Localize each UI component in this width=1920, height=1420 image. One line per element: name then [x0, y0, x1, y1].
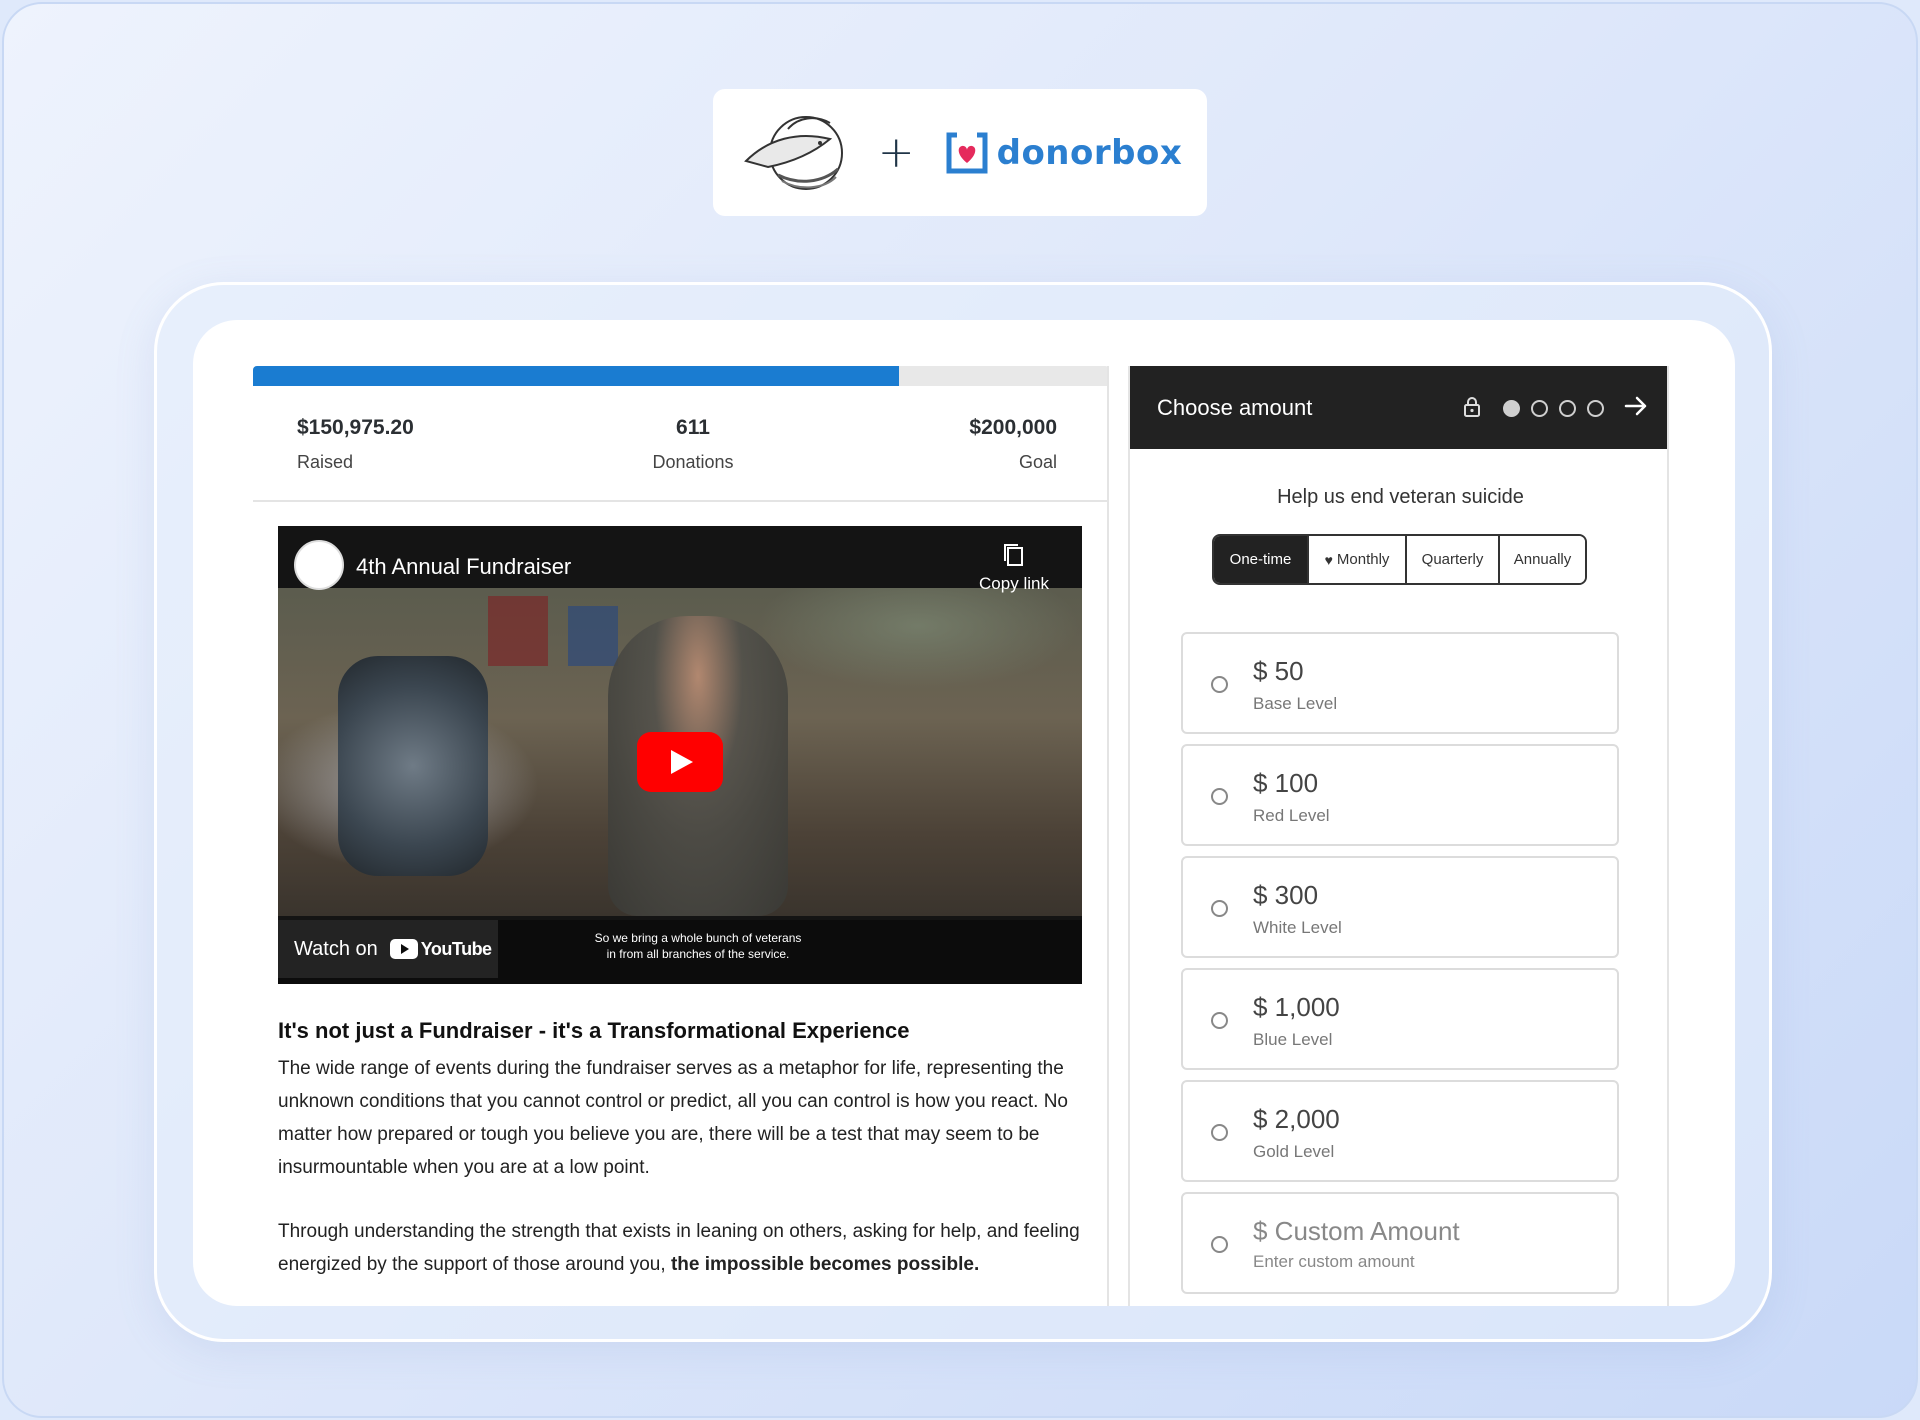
heart-icon: ♥	[1324, 551, 1333, 568]
frequency-selector: One-time ♥ Monthly Quarterly Annually	[1212, 534, 1587, 585]
campaign-description: It's not just a Fundraiser - it's a Tran…	[278, 1018, 1093, 1281]
radio-button[interactable]	[1211, 1124, 1228, 1141]
donorbox-logo: donorbox	[943, 129, 1183, 177]
donorbox-heart-box-icon	[946, 132, 988, 173]
partner-logos-card: + donorbox	[713, 89, 1207, 216]
description-heading: It's not just a Fundraiser - it's a Tran…	[278, 1018, 910, 1043]
step-dot-3	[1559, 400, 1576, 417]
channel-avatar[interactable]	[294, 540, 344, 590]
stat-donations: 611 Donations	[633, 416, 753, 473]
goal-amount: $200,000	[969, 416, 1057, 439]
amount-value: $ 50	[1253, 656, 1304, 686]
amount-option-300[interactable]: $ 300 White Level	[1181, 856, 1619, 958]
raised-amount: $150,975.20	[297, 416, 414, 439]
campaign-column: $150,975.20 Raised 611 Donations $200,00…	[253, 366, 1109, 1306]
form-tagline: Help us end veteran suicide	[1277, 486, 1524, 508]
amount-level: Red Level	[1253, 806, 1330, 825]
thumbnail-flag-red	[488, 596, 548, 666]
custom-amount-hint: Enter custom amount	[1253, 1252, 1415, 1271]
step-dot-1	[1503, 400, 1520, 417]
video-subtitle: So we bring a whole bunch of veterans in…	[594, 931, 802, 961]
form-title: Choose amount	[1157, 395, 1313, 420]
form-header: Choose amount	[1130, 366, 1667, 449]
stat-goal: $200,000 Goal	[969, 416, 1057, 473]
radio-button[interactable]	[1211, 788, 1228, 805]
play-button-icon[interactable]	[637, 732, 723, 792]
amount-level: Base Level	[1253, 694, 1338, 713]
amount-options: $ 50 Base Level $ 100 Red Level $ 300 Wh…	[1181, 632, 1619, 1304]
watch-on-label: Watch on	[294, 937, 378, 960]
campaign-stats: $150,975.20 Raised 611 Donations $200,00…	[253, 386, 1107, 502]
donation-form: Choose amount Help us end veteran suicid…	[1128, 366, 1669, 1306]
highlight-text: the impossible becomes possible.	[670, 1254, 980, 1275]
amount-value: $ 300	[1253, 880, 1319, 910]
amount-option-100[interactable]: $ 100 Red Level	[1181, 744, 1619, 846]
donations-count: 611	[676, 416, 710, 439]
amount-option-2000[interactable]: $ 2,000 Gold Level	[1181, 1080, 1619, 1182]
amount-value: $ 1,000	[1253, 992, 1340, 1022]
youtube-play-icon	[389, 939, 418, 959]
video-title[interactable]: 4th Annual Fundraiser	[356, 554, 571, 580]
frequency-one-time[interactable]: One-time	[1214, 536, 1307, 583]
raised-label: Raised	[297, 452, 354, 472]
watch-on-youtube-button[interactable]: Watch on YouTube	[278, 920, 498, 978]
step-indicator	[1503, 400, 1604, 417]
progress-bar-fill	[253, 366, 900, 386]
amount-option-custom[interactable]: $ Custom Amount Enter custom amount	[1181, 1192, 1619, 1294]
amount-option-1000[interactable]: $ 1,000 Blue Level	[1181, 968, 1619, 1070]
description-paragraph-2: Through understanding the strength that …	[278, 1221, 1080, 1275]
frequency-monthly[interactable]: ♥ Monthly	[1307, 536, 1405, 583]
goal-label: Goal	[1018, 452, 1057, 472]
youtube-wordmark: YouTube	[420, 938, 492, 959]
stat-raised: $150,975.20 Raised	[297, 416, 414, 473]
donations-label: Donations	[652, 452, 734, 472]
radio-button[interactable]	[1211, 900, 1228, 917]
youtube-video-embed[interactable]: 4th Annual Fundraiser Copy link Watch on	[278, 526, 1082, 984]
amount-value: $ 100	[1253, 768, 1319, 798]
copy-icon	[1004, 544, 1023, 566]
donorbox-wordmark: donorbox	[996, 132, 1183, 173]
plus-sign: +	[877, 126, 915, 178]
donation-page: $150,975.20 Raised 611 Donations $200,00…	[193, 320, 1735, 1306]
step-dot-4	[1587, 400, 1604, 417]
amount-level: White Level	[1253, 918, 1342, 937]
copy-link-button[interactable]: Copy link	[974, 542, 1054, 594]
progress-bar	[253, 366, 1107, 386]
copy-link-label: Copy link	[979, 574, 1049, 593]
video-top-bar: 4th Annual Fundraiser Copy link	[278, 526, 1082, 593]
radio-button[interactable]	[1211, 1012, 1228, 1029]
youtube-logo: YouTube	[389, 938, 492, 960]
radio-button[interactable]	[1211, 1236, 1228, 1253]
video-bottom-bar: Watch on YouTube So we bring a whole bun…	[278, 920, 1082, 984]
custom-amount-input[interactable]: $ Custom Amount	[1253, 1216, 1460, 1247]
description-paragraph-1: The wide range of events during the fund…	[278, 1058, 1068, 1178]
frequency-quarterly[interactable]: Quarterly	[1405, 536, 1498, 583]
frequency-annually[interactable]: Annually	[1498, 536, 1585, 583]
amount-option-50[interactable]: $ 50 Base Level	[1181, 632, 1619, 734]
big-fish-logo-icon	[743, 115, 843, 190]
step-dot-2	[1531, 400, 1548, 417]
amount-value: $ 2,000	[1253, 1104, 1340, 1134]
thumbnail-flag-blue	[568, 606, 618, 666]
arrow-right-icon[interactable]	[1624, 394, 1648, 418]
lock-icon	[1464, 397, 1480, 417]
amount-level: Blue Level	[1253, 1030, 1333, 1049]
amount-level: Gold Level	[1253, 1142, 1335, 1161]
radio-button[interactable]	[1211, 676, 1228, 693]
thumbnail-rowing-machine	[338, 656, 488, 876]
